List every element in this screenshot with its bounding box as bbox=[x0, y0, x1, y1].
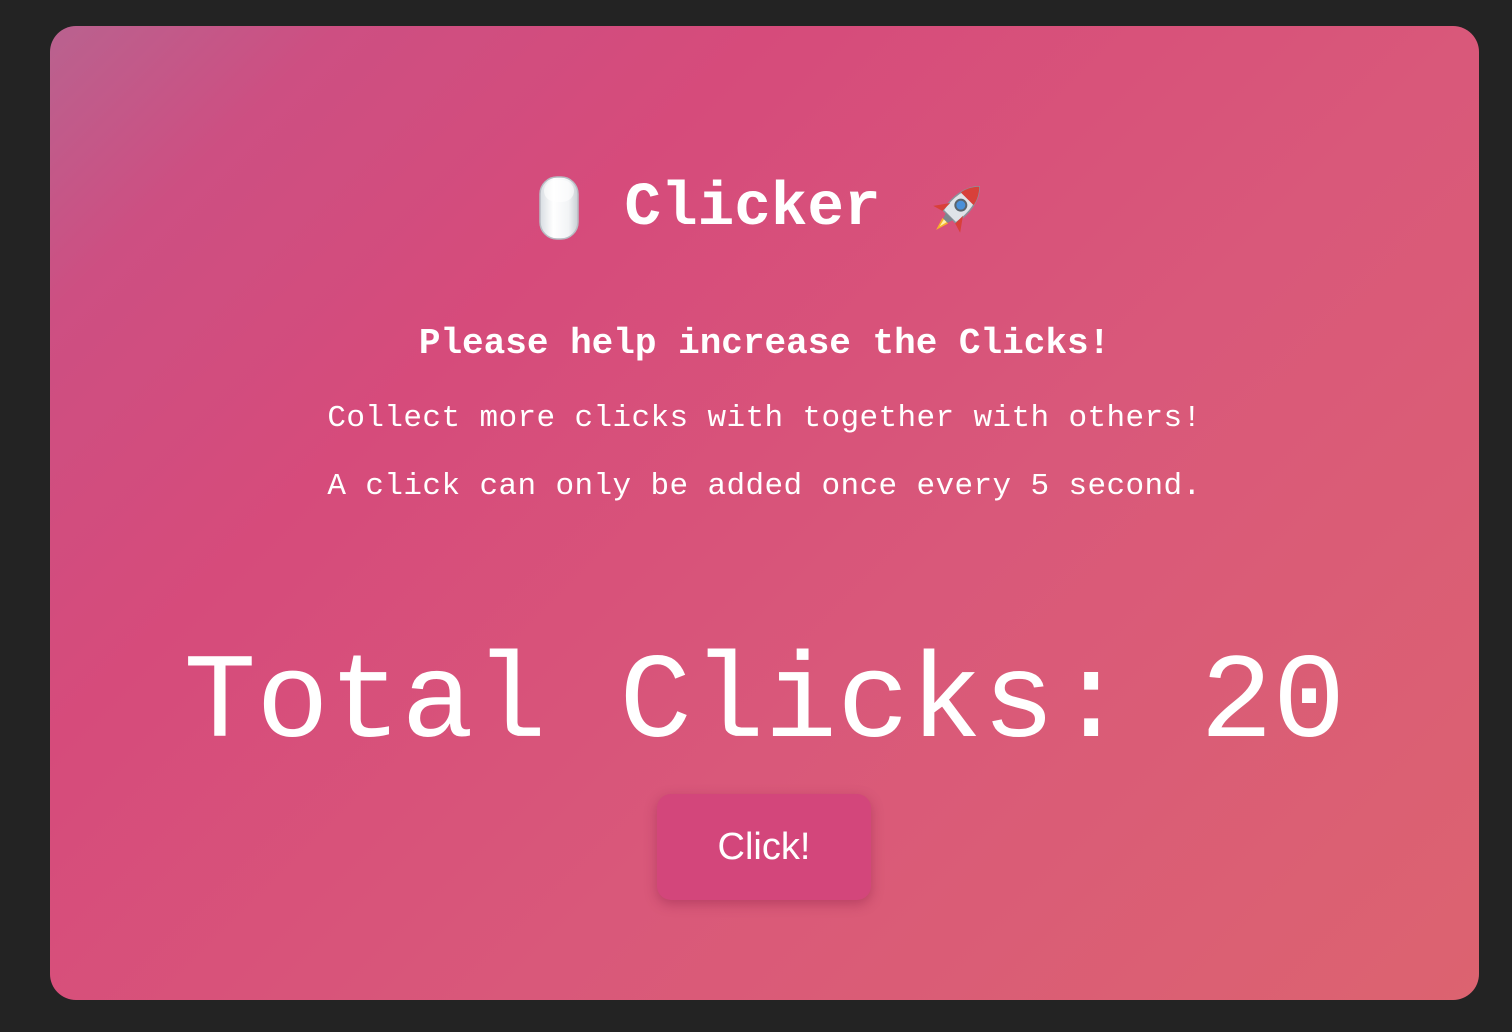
click-button[interactable]: Click! bbox=[657, 794, 871, 900]
description-line-2: A click can only be added once every 5 s… bbox=[327, 469, 1202, 504]
description-line-1: Collect more clicks with together with o… bbox=[327, 401, 1202, 436]
computer-mouse-icon bbox=[539, 176, 580, 240]
total-clicks-counter: Total Clicks: 20 bbox=[183, 636, 1346, 773]
rocket-icon bbox=[932, 186, 980, 233]
app-title: Clicker bbox=[624, 173, 881, 243]
page-title: Clicker bbox=[50, 176, 1479, 240]
subtitle: Please help increase the Clicks! bbox=[418, 323, 1111, 364]
clicker-card: Clicker Please help increase the Clicks!… bbox=[50, 26, 1479, 1000]
